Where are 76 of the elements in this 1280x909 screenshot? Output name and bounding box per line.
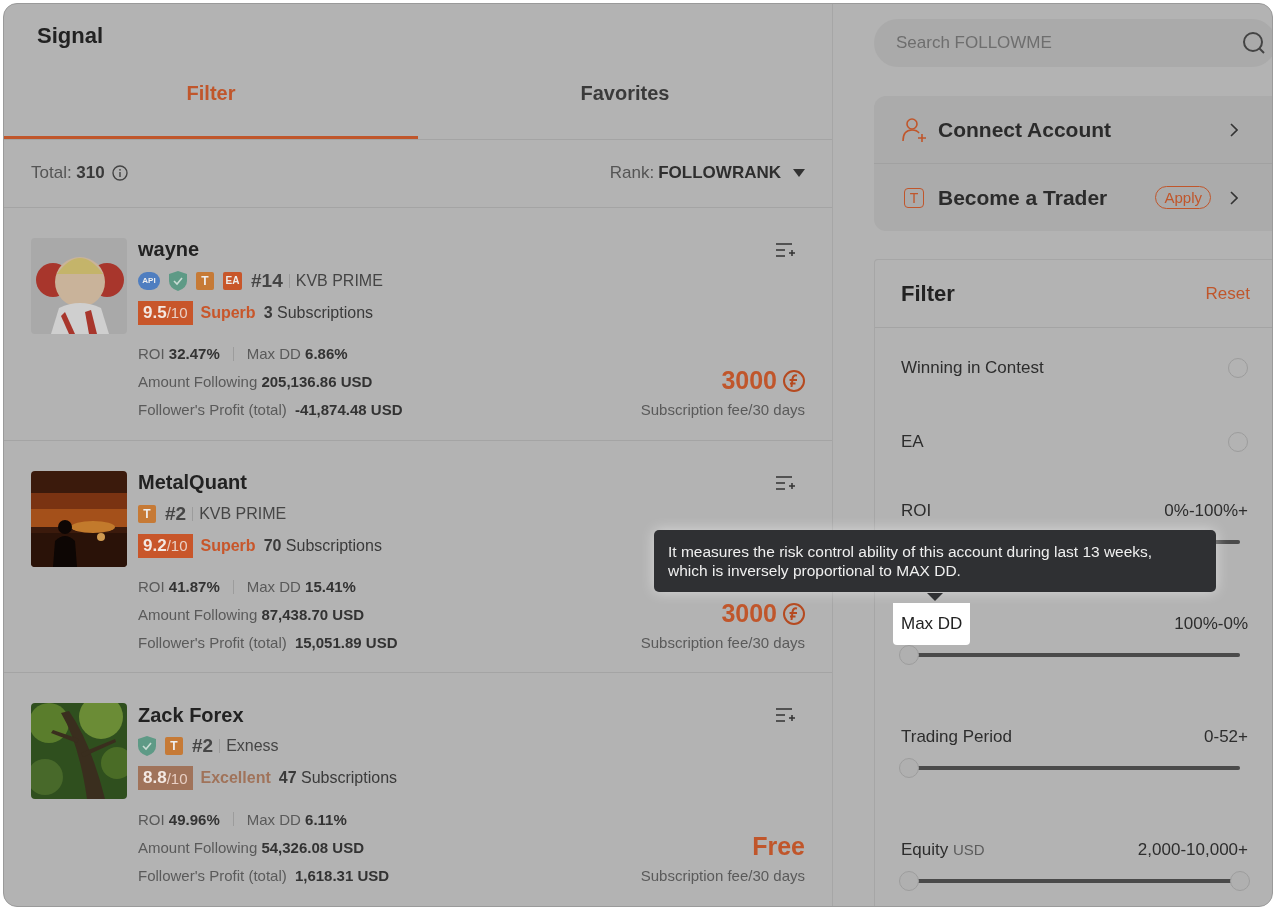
fee-label: Subscription fee/30 days: [640, 865, 805, 886]
search-field[interactable]: Search FOLLOWME: [874, 19, 1272, 67]
rank-number: #14: [251, 269, 283, 292]
trader-name[interactable]: wayne: [138, 238, 200, 262]
page-title: Signal: [36, 22, 104, 50]
max-dd-stat: Max DD 15.41%: [246, 578, 356, 596]
shield-check-icon: [169, 270, 187, 291]
follower-profit-stat: Follower's Profit (total) 15,051.89 USD: [138, 634, 398, 652]
subscription-count: 47 Subscriptions: [278, 769, 398, 788]
filter-label: Winning in Contest: [901, 358, 1044, 378]
range-value: 0-52+: [1204, 727, 1248, 747]
shield-check-icon: [138, 736, 156, 757]
filter-label: Equity USD: [901, 840, 985, 860]
subscription-price: 3000: [721, 366, 777, 396]
range-value: 100%-0%: [1174, 614, 1248, 634]
fee-label: Subscription fee/30 days: [640, 400, 805, 421]
broker-name: KVB PRIME: [199, 504, 287, 523]
menu-item[interactable]: T Become a Trader Apply: [874, 163, 1272, 231]
total-count: Total: 310: [31, 163, 105, 184]
tooltip-pointer: [927, 593, 943, 601]
filter-label: Max DD: [893, 603, 971, 645]
trader-name[interactable]: Zack Forex: [138, 703, 244, 727]
score-badge: 9.5/10: [138, 300, 193, 325]
max-dd-stat: Max DD 6.11%: [246, 810, 347, 828]
tooltip: It measures the risk control ability of this account during last 13 weeks, which is inversely proportional to MAX DD.: [654, 530, 1216, 592]
menu-item[interactable]: Connect Account: [874, 96, 1272, 163]
trader-badge: T: [196, 271, 214, 290]
filter-title: Filter: [901, 280, 955, 307]
broker-name: KVB PRIME: [295, 271, 383, 290]
fee-label: Subscription fee/30 days: [640, 633, 805, 654]
trader-badge: T: [165, 737, 183, 756]
trader-badge: T: [904, 187, 924, 208]
list-add-icon[interactable]: [775, 241, 795, 258]
search-icon[interactable]: [1242, 31, 1266, 55]
score-badge: 9.2/10: [138, 533, 193, 558]
amount-following-stat: Amount Following 205,136.86 USD: [138, 373, 373, 391]
grade-label: Superb: [200, 536, 256, 555]
roi-stat: ROI 41.87%: [138, 578, 220, 596]
tab[interactable]: Favorites: [418, 50, 832, 139]
list-add-icon[interactable]: [775, 707, 795, 724]
range-value: 2,000-10,000+: [1137, 840, 1248, 860]
grade-label: Excellent: [200, 769, 271, 788]
api-badge: API: [138, 271, 160, 290]
subscription-price: 3000: [721, 599, 777, 629]
trader-name[interactable]: MetalQuant: [138, 471, 247, 495]
range-value: 0%-100%+: [1164, 501, 1248, 521]
filter-label: Trading Period: [901, 727, 1012, 747]
chevron-right-icon: [1230, 190, 1238, 205]
list-add-icon[interactable]: [775, 474, 795, 491]
subscription-count: 70 Subscriptions: [263, 536, 382, 555]
chevron-right-icon: [1230, 122, 1238, 137]
ea-badge: EA: [223, 271, 242, 290]
max-dd-stat: Max DD 6.86%: [246, 345, 348, 363]
subscription-price: Free: [752, 831, 805, 861]
follower-profit-stat: Follower's Profit (total) 1,618.31 USD: [138, 866, 390, 884]
rank-number: #2: [165, 502, 187, 525]
filter-label: EA: [901, 432, 924, 452]
info-icon[interactable]: [111, 165, 128, 182]
score-badge: 8.8/10: [138, 766, 193, 791]
roi-stat: ROI 32.47%: [138, 345, 220, 363]
trader-badge: T: [138, 504, 156, 523]
grade-label: Superb: [200, 303, 256, 322]
range-slider[interactable]: [899, 870, 1250, 892]
filter-label: ROI: [901, 501, 932, 521]
subscription-count: 3 Subscriptions: [263, 303, 374, 322]
caret-icon: [793, 169, 805, 178]
amount-following-stat: Amount Following 87,438.70 USD: [138, 606, 364, 624]
follower-profit-stat: Follower's Profit (total) -41,874.48 USD: [138, 401, 403, 419]
coin-icon: [783, 602, 805, 625]
amount-following-stat: Amount Following 54,326.08 USD: [138, 838, 364, 856]
rank-dropdown[interactable]: Rank: FOLLOWRANK: [609, 163, 805, 184]
user-add-icon: [901, 116, 927, 143]
broker-name: Exness: [226, 737, 279, 756]
coin-icon: [783, 369, 805, 392]
roi-stat: ROI 49.96%: [138, 810, 220, 828]
rank-number: #2: [192, 735, 214, 758]
